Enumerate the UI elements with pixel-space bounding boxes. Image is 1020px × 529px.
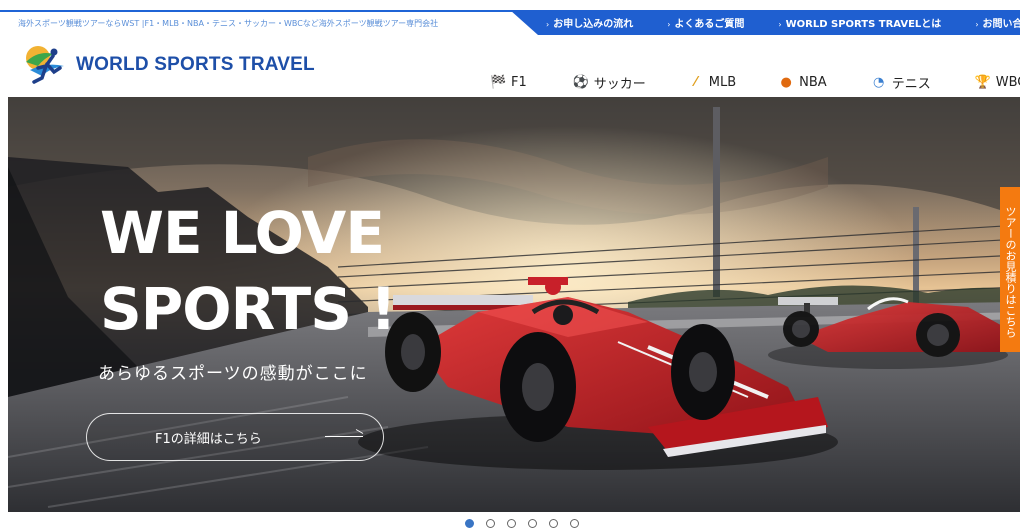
sport-nav-mlb[interactable]: ⁄ MLB — [688, 73, 736, 92]
f1-details-button-label: F1の詳細はこちら — [155, 431, 262, 447]
carousel-dot-4[interactable] — [528, 519, 537, 528]
hero-subtitle: あらゆるスポーツの感動がここに — [98, 364, 368, 384]
tennis-racket-icon: ◔ — [873, 75, 885, 90]
site-tagline: 海外スポーツ観戦ツアーならWST |F1・MLB・NBA・テニス・サッカー・WB… — [18, 19, 439, 28]
basketball-icon: ● — [780, 75, 792, 90]
baseball-bat-icon: ⁄ — [694, 75, 697, 90]
top-nav-contact[interactable]: ›お問い合わせ — [975, 15, 1020, 30]
sport-navigation: 🏁 F1 ⚽ サッカー ⁄ MLB ● NBA ◔ テニス 🏆 WBC — [490, 73, 1020, 92]
carousel-dot-3[interactable] — [507, 519, 516, 528]
top-nav-faq[interactable]: › よくあるご質問 — [667, 15, 744, 30]
hero-title: WE LOVE SPORTS ! — [100, 199, 397, 343]
site-logo[interactable]: WORLD SPORTS TRAVEL — [20, 44, 315, 86]
top-nav-about[interactable]: › WORLD SPORTS TRAVELとは — [778, 15, 941, 30]
carousel-dots — [465, 519, 591, 528]
top-nav-application-flow[interactable]: › お申し込みの流れ — [546, 15, 633, 30]
carousel-dot-5[interactable] — [549, 519, 558, 528]
soccer-ball-icon: ⚽ — [572, 75, 589, 90]
sport-nav-soccer[interactable]: ⚽ サッカー — [573, 73, 646, 92]
sport-nav-tennis[interactable]: ◔ テニス — [871, 73, 931, 92]
logo-text: WORLD SPORTS TRAVEL — [76, 54, 315, 75]
quote-request-tab[interactable]: ツアーのお見積りはこちら — [1000, 187, 1020, 352]
trophy-icon: 🏆 — [974, 75, 991, 90]
arrow-right-icon — [325, 436, 363, 437]
carousel-dot-1[interactable] — [465, 519, 474, 528]
sport-nav-wbc[interactable]: 🏆 WBC — [975, 73, 1020, 92]
hero-slider: WE LOVE SPORTS ! あらゆるスポーツの感動がここに F1の詳細はこ… — [8, 97, 1020, 512]
sport-nav-nba[interactable]: ● NBA — [778, 73, 826, 92]
page: 海外スポーツ観戦ツアーならWST |F1・MLB・NBA・テニス・サッカー・WB… — [0, 0, 1020, 529]
logo-runner-icon — [26, 46, 64, 84]
carousel-dot-6[interactable] — [570, 519, 579, 528]
sport-nav-f1[interactable]: 🏁 F1 — [490, 73, 527, 92]
carousel-dot-2[interactable] — [486, 519, 495, 528]
f1-details-button[interactable]: F1の詳細はこちら — [86, 413, 384, 461]
checkered-flag-icon: 🏁 — [490, 75, 507, 90]
top-navigation: › お申し込みの流れ › よくあるご質問 › WORLD SPORTS TRAVELと… — [510, 10, 1020, 35]
